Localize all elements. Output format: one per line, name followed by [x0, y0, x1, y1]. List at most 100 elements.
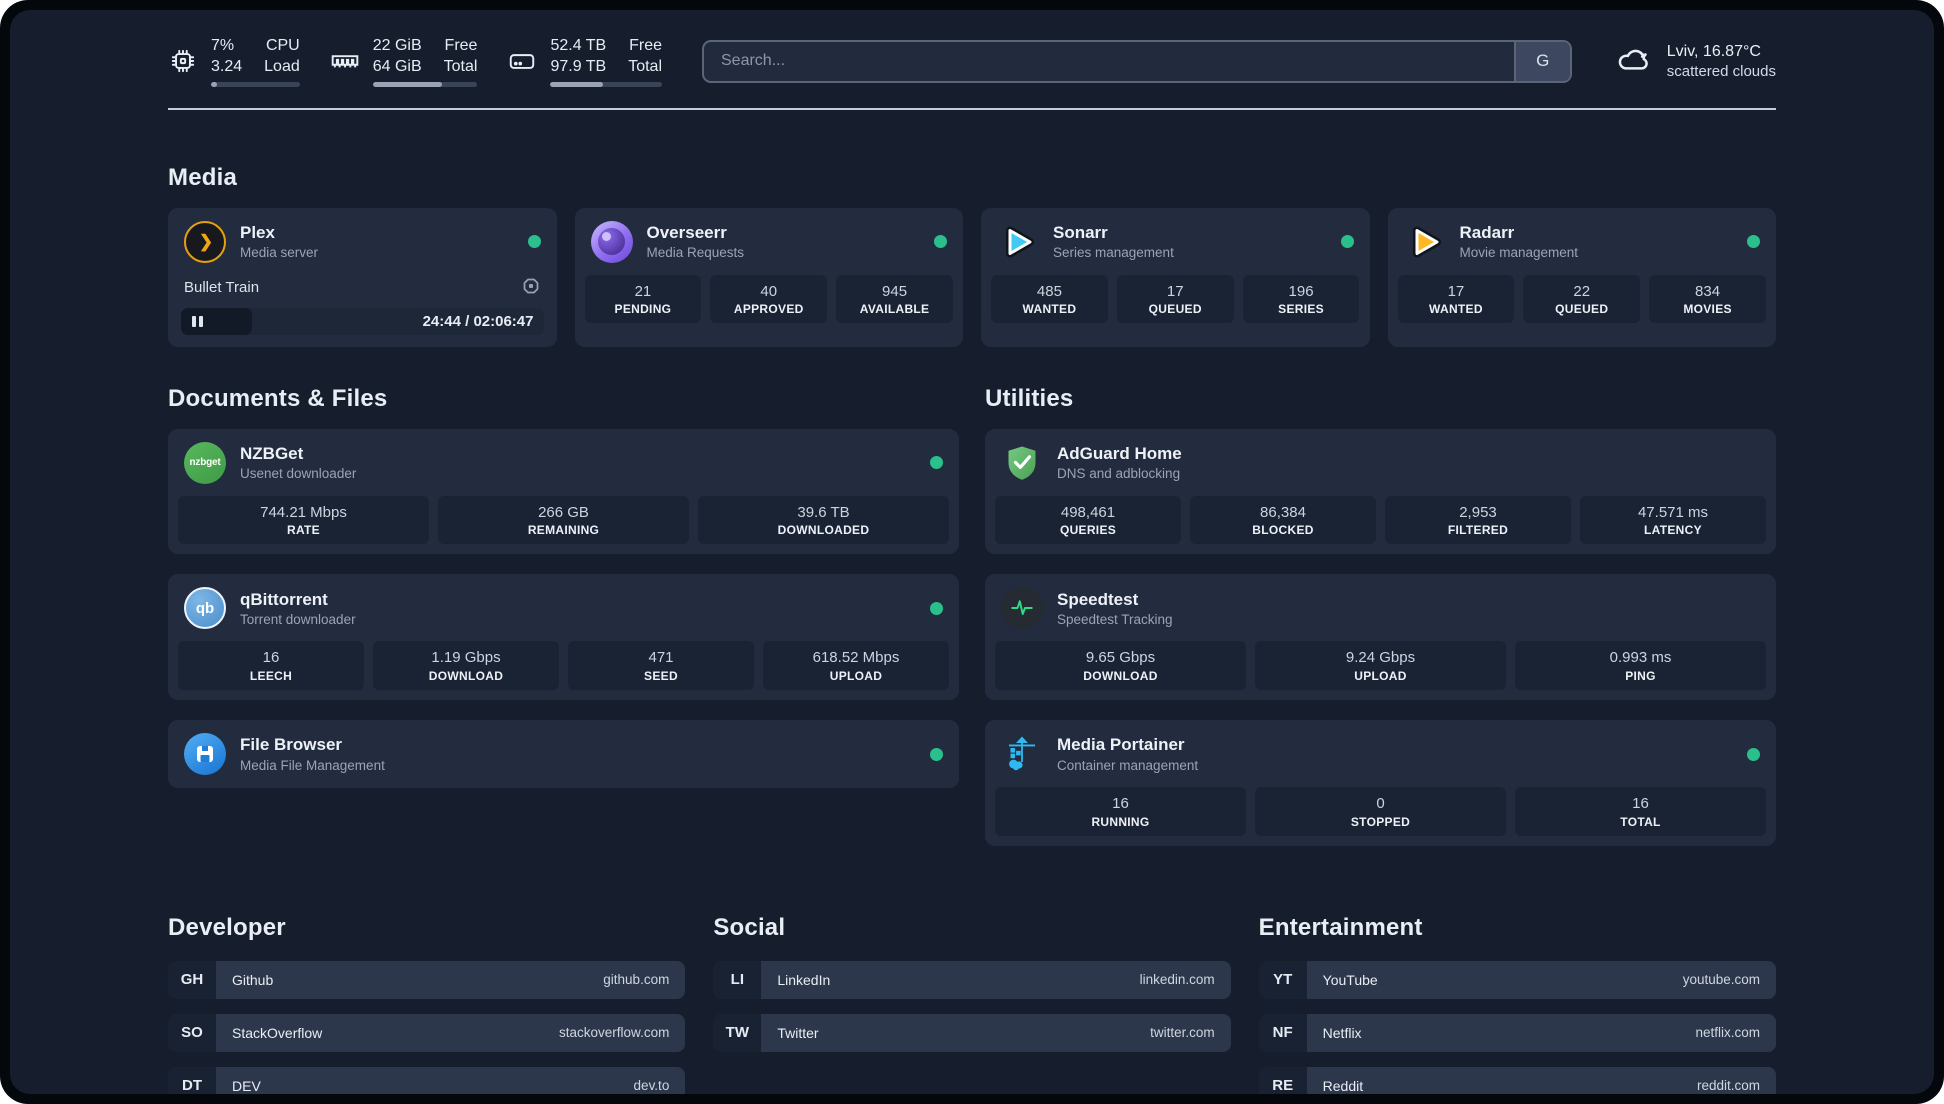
service-title: Sonarr: [1053, 222, 1108, 242]
stat-running: 16 RUNNING: [995, 787, 1246, 836]
weather-location-temp: Lviv, 16.87°C: [1666, 43, 1761, 61]
header-divider: [168, 107, 1776, 110]
playback-progress-fill: [181, 307, 252, 335]
bookmark-abbr: NF: [1258, 1013, 1307, 1052]
service-title: Plex: [240, 222, 275, 242]
session-icon[interactable]: [521, 276, 541, 300]
bookmark-github[interactable]: GH Github github.com: [168, 960, 686, 999]
status-dot-online: [1747, 747, 1760, 761]
bookmark-name: Twitter: [777, 1024, 819, 1041]
search-provider-button[interactable]: G: [1513, 41, 1570, 81]
status-dot-online: [1340, 235, 1354, 249]
status-dot-online: [527, 235, 541, 249]
service-title: AdGuard Home: [1057, 443, 1182, 463]
service-subtitle: Series management: [1053, 245, 1174, 261]
header-bar: 7% 3.24 CPU Load 22 GiB 64 GiB Free Tota…: [168, 36, 1776, 87]
pause-icon[interactable]: [192, 315, 203, 327]
service-subtitle: Speedtest Tracking: [1057, 612, 1173, 628]
disk-progress-bar: [550, 81, 662, 87]
bookmark-name: YouTube: [1322, 971, 1378, 988]
cpu-widget: 7% 3.24 CPU Load: [168, 36, 300, 87]
portainer-icon: [1001, 733, 1043, 775]
bookmark-netflix[interactable]: NF Netflix netflix.com: [1258, 1013, 1776, 1052]
bookmark-dev[interactable]: DT DEV dev.to: [168, 1066, 686, 1094]
bookmark-stackoverflow[interactable]: SO StackOverflow stackoverflow.com: [168, 1013, 686, 1052]
bookmarks-developer: Developer GH Github github.com SO StackO…: [168, 914, 686, 1094]
stat-ping: 0.993 ms PING: [1515, 641, 1766, 691]
service-subtitle: Movie management: [1459, 245, 1579, 261]
stat-wanted: 17 WANTED: [1397, 274, 1515, 324]
bookmark-reddit[interactable]: RE Reddit reddit.com: [1258, 1066, 1776, 1094]
bookmark-name: Reddit: [1322, 1077, 1364, 1094]
card-portainer[interactable]: Media Portainer Container management 16 …: [985, 720, 1776, 846]
cloud-icon: [1612, 40, 1654, 82]
bookmark-linkedin[interactable]: LI LinkedIn linkedin.com: [713, 960, 1231, 999]
card-nzbget[interactable]: nzbget NZBGet Usenet downloader 744.21 M…: [168, 428, 959, 555]
filebrowser-icon: [184, 733, 226, 776]
stat-total: 16 TOTAL: [1515, 787, 1766, 836]
bookmark-abbr: LI: [713, 960, 762, 999]
service-subtitle: Usenet downloader: [240, 466, 357, 482]
card-speedtest[interactable]: Speedtest Speedtest Tracking 9.65 Gbps D…: [985, 574, 1776, 701]
speedtest-icon: [1001, 587, 1043, 630]
status-dot-online: [930, 601, 943, 615]
bookmark-url: reddit.com: [1696, 1078, 1760, 1094]
memory-widget: 22 GiB 64 GiB Free Total: [330, 36, 478, 87]
disk-values: 52.4 TB 97.9 TB: [550, 37, 607, 75]
card-overseerr[interactable]: Overseerr Media Requests 21 PENDING 40 A…: [574, 207, 963, 347]
system-widgets: 7% 3.24 CPU Load 22 GiB 64 GiB Free Tota…: [168, 36, 662, 87]
bookmark-youtube[interactable]: YT YouTube youtube.com: [1258, 960, 1776, 999]
section-title-entertainment: Entertainment: [1258, 913, 1423, 941]
bookmark-name: Github: [232, 971, 274, 988]
bookmark-twitter[interactable]: TW Twitter twitter.com: [713, 1013, 1231, 1052]
stat-queued: 22 QUEUED: [1523, 274, 1641, 324]
service-subtitle: Media Requests: [646, 245, 745, 261]
service-title: Speedtest: [1057, 589, 1139, 609]
search-bar: G: [702, 39, 1572, 83]
section-utilities: Utilities AdGuard Home DNS and adblockin…: [985, 385, 1776, 846]
memory-icon: [330, 46, 360, 76]
playback-progress: 24:44 / 02:06:47: [181, 307, 544, 335]
stat-blocked: 86,384 BLOCKED: [1190, 495, 1376, 545]
cpu-progress-bar: [211, 81, 300, 87]
dashboard: 7% 3.24 CPU Load 22 GiB 64 GiB Free Tota…: [10, 10, 1934, 1094]
card-qbittorrent[interactable]: qb qBittorrent Torrent downloader 16 LEE…: [168, 574, 959, 701]
bookmark-url: github.com: [603, 972, 670, 988]
service-title: Radarr: [1459, 222, 1515, 242]
bookmark-name: LinkedIn: [777, 971, 831, 988]
bookmark-name: DEV: [232, 1077, 261, 1094]
service-subtitle: Media File Management: [240, 757, 385, 773]
stat-downloaded: 39.6 TB DOWNLOADED: [698, 495, 949, 545]
stat-download: 1.19 Gbps DOWNLOAD: [373, 641, 559, 691]
stat-download: 9.65 Gbps DOWNLOAD: [995, 641, 1246, 691]
bookmark-url: twitter.com: [1150, 1025, 1215, 1041]
service-title: File Browser: [240, 735, 343, 755]
adguard-icon: [1001, 442, 1043, 484]
stat-upload: 9.24 Gbps UPLOAD: [1255, 641, 1506, 691]
status-dot-online: [1747, 235, 1760, 249]
section-title-media: Media: [168, 163, 238, 191]
plex-icon: ❯: [184, 220, 226, 263]
search-input[interactable]: [704, 41, 1514, 81]
cpu-values: 7% 3.24: [211, 37, 243, 75]
section-title-utilities: Utilities: [985, 384, 1074, 412]
bookmark-name: StackOverflow: [232, 1024, 323, 1041]
stat-wanted: 485 WANTED: [991, 274, 1108, 324]
bookmark-abbr: TW: [713, 1013, 762, 1052]
card-radarr[interactable]: Radarr Movie management 17 WANTED 22 QUE…: [1387, 207, 1776, 347]
card-adguard[interactable]: AdGuard Home DNS and adblocking 498,461 …: [985, 428, 1776, 555]
stat-latency: 47.571 ms LATENCY: [1580, 495, 1766, 545]
bookmark-url: stackoverflow.com: [559, 1025, 670, 1041]
card-sonarr[interactable]: Sonarr Series management 485 WANTED 17 Q…: [981, 207, 1370, 347]
bookmark-abbr: YT: [1258, 960, 1307, 999]
stat-filtered: 2,953 FILTERED: [1385, 495, 1571, 545]
card-plex[interactable]: ❯ Plex Media server Bullet Train 24:44 /…: [168, 207, 557, 347]
card-filebrowser[interactable]: File Browser Media File Management: [168, 720, 959, 789]
status-dot-online: [934, 235, 947, 249]
bookmark-abbr: DT: [168, 1066, 216, 1094]
bookmark-url: youtube.com: [1682, 972, 1760, 988]
disk-widget: 52.4 TB 97.9 TB Free Total: [507, 36, 662, 87]
status-dot-online: [930, 456, 943, 470]
stat-upload: 618.52 Mbps UPLOAD: [763, 641, 949, 691]
memory-labels: Free Total: [443, 37, 478, 75]
